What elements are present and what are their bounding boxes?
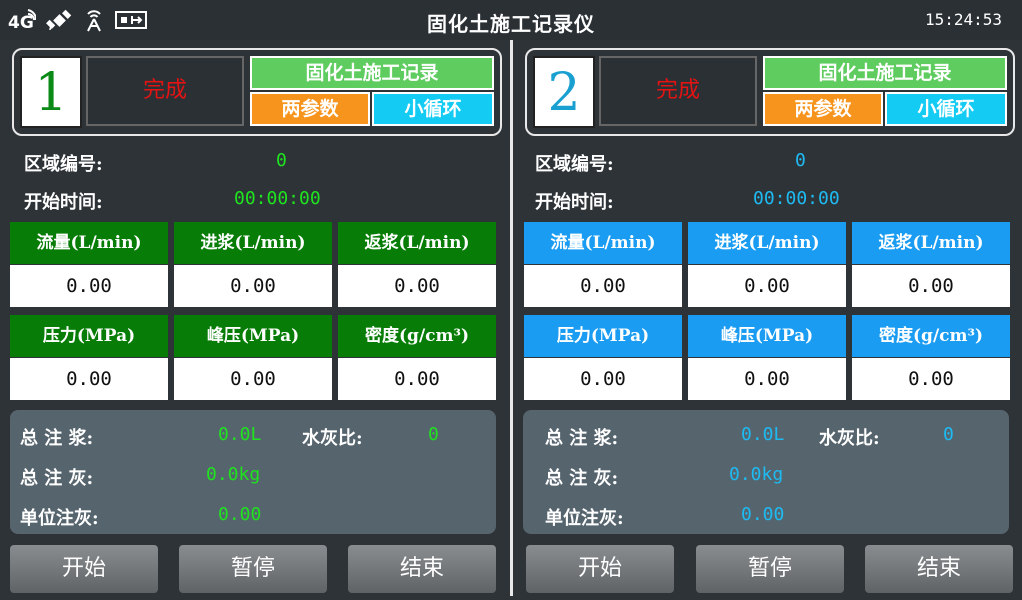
loop-button[interactable]: 小循环	[885, 92, 1007, 126]
unit-ash-value: 0.00	[218, 504, 262, 525]
area-value: 0	[795, 150, 806, 171]
return-header: 返浆(L/min)	[852, 222, 1010, 264]
return-value: 0.00	[852, 265, 1010, 307]
density-header: 密度(g/cm³)	[852, 315, 1010, 357]
return-header: 返浆(L/min)	[338, 222, 496, 264]
pause-button[interactable]: 暂停	[696, 545, 844, 593]
inlet-header: 进浆(L/min)	[688, 222, 846, 264]
channel-header: 1 完成 固化土施工记录 两参数 小循环	[12, 48, 502, 136]
inlet-header: 进浆(L/min)	[174, 222, 332, 264]
total-ash-label: 总 注 灰:	[20, 468, 94, 489]
return-value: 0.00	[338, 265, 496, 307]
flow-value: 0.00	[524, 265, 682, 307]
unit-ash-label: 单位注灰:	[20, 508, 99, 529]
status-display: 完成	[86, 56, 244, 126]
loop-button[interactable]: 小循环	[372, 92, 494, 126]
mode-button[interactable]: 固化土施工记录	[763, 56, 1007, 90]
clock: 15:24:53	[924, 10, 1002, 29]
peak-pressure-value: 0.00	[688, 358, 846, 400]
total-slurry-label: 总 注 浆:	[20, 428, 94, 449]
inlet-value: 0.00	[174, 265, 332, 307]
wc-ratio-value: 0	[428, 424, 439, 445]
pressure-value: 0.00	[524, 358, 682, 400]
area-label: 区域编号:	[535, 154, 614, 175]
flow-header: 流量(L/min)	[524, 222, 682, 264]
peak-pressure-header: 峰压(MPa)	[174, 315, 332, 357]
total-ash-value: 0.0kg	[206, 464, 261, 485]
density-value: 0.00	[338, 358, 496, 400]
unit-ash-label: 单位注灰:	[545, 508, 624, 529]
status-bar: 4G 固化土施工记录仪 15:24:53	[0, 0, 1022, 40]
app-title: 固化土施工记录仪	[427, 12, 595, 36]
density-value: 0.00	[852, 358, 1010, 400]
channel-number: 2	[533, 56, 595, 128]
unit-ash-value: 0.00	[741, 504, 785, 525]
total-ash-label: 总 注 灰:	[545, 468, 619, 489]
params-button[interactable]: 两参数	[250, 92, 370, 126]
pressure-value: 0.00	[10, 358, 168, 400]
channel-panel-2: 2 完成 固化土施工记录 两参数 小循环 区域编号: 0 开始时间: 00:00…	[513, 40, 1022, 600]
end-button[interactable]: 结束	[865, 545, 1013, 593]
peak-pressure-header: 峰压(MPa)	[688, 315, 846, 357]
area-value: 0	[276, 150, 287, 171]
start-time-value: 00:00:00	[753, 188, 840, 209]
flow-header: 流量(L/min)	[10, 222, 168, 264]
pressure-header: 压力(MPa)	[524, 315, 682, 357]
channel-header: 2 完成 固化土施工记录 两参数 小循环	[525, 48, 1015, 136]
wc-ratio-value: 0	[943, 424, 954, 445]
params-button[interactable]: 两参数	[763, 92, 883, 126]
totals-box: 总 注 浆: 0.0L 水灰比: 0 总 注 灰: 0.0kg 单位注灰: 0.…	[10, 410, 496, 534]
start-time-label: 开始时间:	[535, 192, 614, 213]
total-slurry-value: 0.0L	[218, 424, 262, 445]
peak-pressure-value: 0.00	[174, 358, 332, 400]
channel-number: 1	[20, 56, 82, 128]
mode-button[interactable]: 固化土施工记录	[250, 56, 494, 90]
total-slurry-value: 0.0L	[741, 424, 785, 445]
start-button[interactable]: 开始	[10, 545, 158, 593]
flow-value: 0.00	[10, 265, 168, 307]
area-label: 区域编号:	[24, 154, 103, 175]
wc-ratio-label: 水灰比:	[302, 428, 363, 449]
channel-panel-1: 1 完成 固化土施工记录 两参数 小循环 区域编号: 0 开始时间: 00:00…	[0, 40, 510, 600]
pressure-header: 压力(MPa)	[10, 315, 168, 357]
density-header: 密度(g/cm³)	[338, 315, 496, 357]
total-ash-value: 0.0kg	[729, 464, 784, 485]
start-time-value: 00:00:00	[234, 188, 321, 209]
status-display: 完成	[599, 56, 757, 126]
start-button[interactable]: 开始	[526, 545, 674, 593]
total-slurry-label: 总 注 浆:	[545, 428, 619, 449]
pause-button[interactable]: 暂停	[179, 545, 327, 593]
start-time-label: 开始时间:	[24, 192, 103, 213]
wc-ratio-label: 水灰比:	[819, 428, 880, 449]
totals-box: 总 注 浆: 0.0L 水灰比: 0 总 注 灰: 0.0kg 单位注灰: 0.…	[523, 410, 1009, 534]
end-button[interactable]: 结束	[348, 545, 496, 593]
inlet-value: 0.00	[688, 265, 846, 307]
